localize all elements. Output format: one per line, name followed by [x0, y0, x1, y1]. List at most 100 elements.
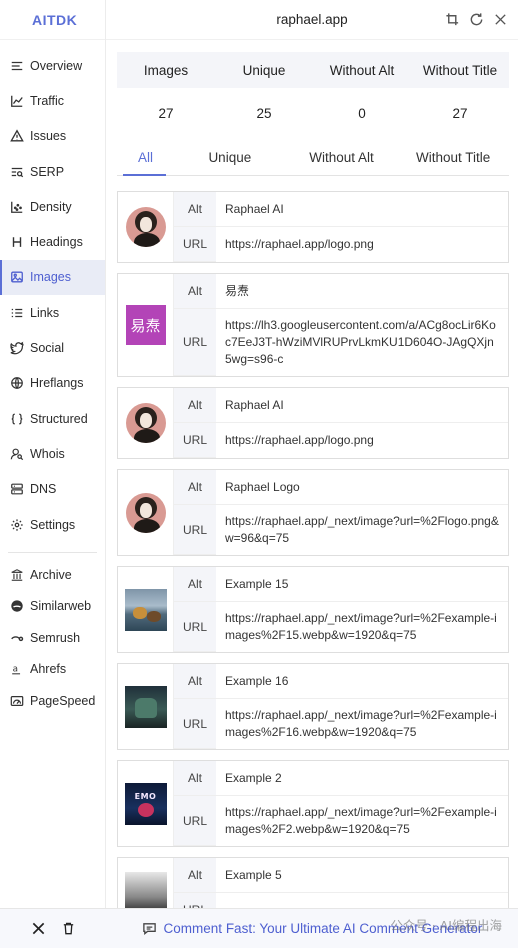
image-thumbnail[interactable] — [118, 388, 174, 458]
url-value[interactable]: https://lh3.googleusercontent.com/a/ACg8… — [216, 309, 508, 376]
sidebar-item-label: Traffic — [30, 93, 65, 108]
sidebar-item-serp[interactable]: SERP — [0, 154, 105, 189]
sidebar-item-social[interactable]: Social — [0, 330, 105, 365]
sidebar-item-label: Issues — [30, 129, 67, 144]
sidebar-item-label: Headings — [30, 235, 83, 250]
promo-link[interactable]: Comment Fast: Your Ultimate AI Comment G… — [106, 921, 518, 937]
refresh-icon[interactable] — [468, 11, 484, 27]
alt-value: Example 16 — [216, 664, 508, 699]
image-details: Alt Example 16 URL https://raphael.app/_… — [174, 664, 508, 749]
image-caption-text: EMO — [134, 791, 157, 801]
header-actions — [444, 11, 508, 27]
twitter-bird-icon — [9, 341, 24, 356]
avatar-text-image: 易焘 — [125, 305, 166, 345]
sidebar-item-label: Overview — [30, 58, 83, 73]
url-label: URL — [174, 602, 216, 652]
sidebar-item-headings[interactable]: Headings — [0, 224, 105, 259]
url-value[interactable]: https://raphael.app/_next/image?url=%2Fl… — [216, 505, 508, 555]
crop-icon[interactable] — [444, 11, 460, 27]
tool-item-archive[interactable]: Archive — [0, 559, 105, 591]
footer-actions — [0, 921, 106, 937]
sidebar-item-overview[interactable]: Overview — [0, 48, 105, 83]
sidebar-item-dns[interactable]: DNS — [0, 472, 105, 507]
tab-unique[interactable]: Unique — [174, 140, 286, 175]
sidebar-item-label: SERP — [30, 164, 65, 179]
url-value[interactable] — [216, 893, 508, 908]
url-label: URL — [174, 893, 216, 908]
tool-item-label: Ahrefs — [30, 662, 67, 677]
url-value[interactable]: https://raphael.app/_next/image?url=%2Fe… — [216, 796, 508, 846]
alt-label: Alt — [174, 567, 216, 602]
page-title: raphael.app — [276, 12, 348, 27]
list-icon — [9, 305, 24, 320]
sidebar-item-label: Structured — [30, 411, 88, 426]
brand-logo[interactable]: AITDK — [0, 0, 105, 40]
close-icon[interactable] — [492, 11, 508, 27]
sidebar-item-whois[interactable]: Whois — [0, 436, 105, 471]
url-value[interactable]: https://raphael.app/_next/image?url=%2Fe… — [216, 602, 508, 652]
url-label: URL — [174, 309, 216, 376]
image-details: Alt Raphael AI URL https://raphael.app/l… — [174, 388, 508, 458]
trash-icon[interactable] — [60, 921, 76, 937]
sidebar-item-structured[interactable]: Structured — [0, 401, 105, 436]
image-card: 易焘 Alt 易焘 URL https://lh3.googleusercont… — [117, 273, 509, 377]
alt-value: Example 2 — [216, 761, 508, 796]
image-thumbnail[interactable] — [118, 192, 174, 262]
tab-without-alt[interactable]: Without Alt — [286, 140, 398, 175]
image-thumbnail[interactable]: EMO — [118, 761, 174, 846]
url-value[interactable]: https://raphael.app/logo.png — [216, 423, 508, 458]
x-logo-icon[interactable] — [30, 921, 46, 937]
tool-item-ahrefs[interactable]: a Ahrefs — [0, 654, 105, 686]
sidebar-item-settings[interactable]: Settings — [0, 507, 105, 542]
url-label: URL — [174, 699, 216, 749]
portrait-image — [125, 207, 166, 247]
alt-label: Alt — [174, 192, 216, 227]
tab-all[interactable]: All — [117, 140, 174, 176]
image-thumbnail[interactable] — [118, 858, 174, 908]
semrush-icon — [9, 630, 24, 645]
image-thumbnail[interactable] — [118, 664, 174, 749]
alt-value: Raphael Logo — [216, 470, 508, 505]
alt-label: Alt — [174, 388, 216, 423]
stats-header-images: Images — [143, 62, 189, 78]
image-card: Alt Example 15 URL https://raphael.app/_… — [117, 566, 509, 653]
sidebar-item-issues[interactable]: Issues — [0, 119, 105, 154]
image-thumbnail[interactable]: 易焘 — [118, 274, 174, 376]
alt-value: Example 5 — [216, 858, 508, 893]
menu-lines-icon — [9, 58, 24, 73]
sidebar-item-traffic[interactable]: Traffic — [0, 83, 105, 118]
image-card: Alt Raphael AI URL https://raphael.app/l… — [117, 191, 509, 263]
url-value[interactable]: https://raphael.app/_next/image?url=%2Fe… — [216, 699, 508, 749]
image-list: Alt Raphael AI URL https://raphael.app/l… — [117, 191, 509, 908]
sidebar-item-links[interactable]: Links — [0, 295, 105, 330]
example-image — [124, 588, 167, 631]
image-thumbnail[interactable] — [118, 567, 174, 652]
sidebar-item-density[interactable]: Density — [0, 189, 105, 224]
archive-icon — [9, 567, 24, 582]
example-image — [124, 685, 167, 728]
image-details: Alt Example 2 URL https://raphael.app/_n… — [174, 761, 508, 846]
alt-label: Alt — [174, 761, 216, 796]
sidebar-divider — [8, 552, 97, 554]
warning-icon — [9, 129, 24, 144]
tool-item-label: Similarweb — [30, 599, 92, 614]
footer: Comment Fast: Your Ultimate AI Comment G… — [0, 908, 518, 948]
sidebar-item-label: DNS — [30, 482, 57, 497]
tool-item-semrush[interactable]: Semrush — [0, 622, 105, 654]
gear-icon — [9, 517, 24, 532]
example-image — [124, 872, 167, 908]
sidebar-item-images[interactable]: Images — [0, 259, 105, 296]
url-label: URL — [174, 505, 216, 555]
sidebar-item-hreflangs[interactable]: Hreflangs — [0, 366, 105, 401]
tab-without-title[interactable]: Without Title — [397, 140, 509, 175]
url-value[interactable]: https://raphael.app/logo.png — [216, 227, 508, 262]
tool-item-similarweb[interactable]: Similarweb — [0, 591, 105, 623]
image-thumbnail[interactable] — [118, 470, 174, 555]
tool-item-pagespeed[interactable]: PageSpeed — [0, 685, 105, 717]
heading-icon — [9, 235, 24, 250]
alt-value: Example 15 — [216, 567, 508, 602]
sidebar-item-label: Hreflangs — [30, 376, 84, 391]
alt-label: Alt — [174, 664, 216, 699]
sidebar-tools: Archive Similarweb Semrush a Ahrefs Page… — [0, 559, 105, 717]
image-card: Alt Raphael Logo URL https://raphael.app… — [117, 469, 509, 556]
